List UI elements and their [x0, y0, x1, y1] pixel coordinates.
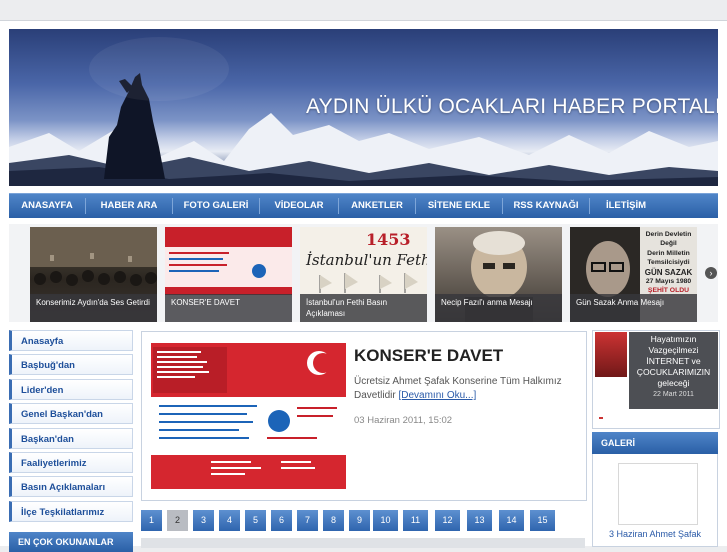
page-button[interactable]: 4 — [219, 510, 240, 531]
ad-line: geleceği — [657, 378, 690, 388]
gallery-thumbnail[interactable] — [618, 463, 698, 525]
sidebar-menu: Anasayfa Başbuğ'dan Lider'den Genel Başk… — [9, 330, 133, 525]
side-ad[interactable]: Hayatımızın Vazgeçilmezi İNTERNET ve ÇOC… — [592, 330, 720, 429]
carousel-slide[interactable]: Derin Devletin Değil Derin Milletin Tems… — [570, 227, 697, 322]
overlay-line: Derin Milletin — [647, 249, 690, 257]
sidebar-item-liderden[interactable]: Lider'den — [9, 378, 133, 400]
nav-sitene-ekle[interactable]: SİTENE EKLE — [416, 194, 502, 218]
overlay-line: 27 Mayıs 1980 — [645, 278, 692, 286]
ad-box: Hayatımızın Vazgeçilmezi İNTERNET ve ÇOC… — [629, 332, 718, 409]
nav-haber-ara[interactable]: HABER ARA — [86, 194, 172, 218]
page: AYDIN ÜLKÜ OCAKLARI HABER PORTALI ANASAY… — [0, 20, 727, 552]
sidebar-item-baskandan[interactable]: Başkan'dan — [9, 427, 133, 449]
ad-line: ÇOCUKLARIMIZIN — [636, 367, 711, 377]
carousel-slide[interactable]: Konserimiz Aydın'da Ses Getirdi — [30, 227, 157, 322]
carousel-slide[interactable]: KONSER'E DAVET — [165, 227, 292, 322]
overlay-line: GÜN SAZAK — [644, 267, 693, 277]
page-button[interactable]: 14 — [499, 510, 524, 531]
main-nav: ANASAYFA HABER ARA FOTO GALERİ VİDEOLAR … — [9, 193, 718, 218]
next-arrow-icon[interactable]: › — [705, 267, 717, 279]
ad-indicator — [599, 417, 603, 419]
sidebar-item-faaliyetlerimiz[interactable]: Faaliyetlerimiz — [9, 451, 133, 473]
sidebar-item-genel-baskandan[interactable]: Genel Başkan'dan — [9, 403, 133, 425]
page-button[interactable]: 6 — [271, 510, 292, 531]
overlay-line: Temsilcisiydi — [647, 259, 690, 267]
page-button[interactable]: 5 — [245, 510, 266, 531]
nav-rss-kaynagi[interactable]: RSS KAYNAĞI — [503, 194, 589, 218]
page-button[interactable]: 10 — [373, 510, 398, 531]
page-button[interactable]: 1 — [141, 510, 162, 531]
article-date: 03 Haziran 2011, 15:02 — [354, 415, 453, 426]
nav-iletisim[interactable]: İLETİŞİM — [590, 194, 662, 218]
ad-line: İNTERNET ve — [646, 356, 701, 366]
most-read-heading: EN ÇOK OKUNANLAR — [9, 532, 133, 552]
sidebar-item-basin-aciklamalari[interactable]: Basın Açıklamaları — [9, 476, 133, 498]
page-button[interactable]: 11 — [403, 510, 428, 531]
featured-article-image[interactable] — [151, 343, 346, 489]
page-button[interactable]: 9 — [349, 510, 370, 531]
sidebar-item-ilce-teskilatlarimiz[interactable]: İlçe Teşkilatlarımız — [9, 500, 133, 522]
read-more-link[interactable]: [Devamını Oku...] — [398, 390, 476, 401]
article-title[interactable]: KONSER'E DAVET — [354, 346, 503, 366]
article-description: Ücretsiz Ahmet Şafak Konserine Tüm Halkı… — [354, 375, 574, 403]
page-button[interactable]: 12 — [435, 510, 460, 531]
page-button[interactable]: 8 — [323, 510, 344, 531]
nav-foto-galeri[interactable]: FOTO GALERİ — [173, 194, 259, 218]
overlay-line: Derin Devletin — [645, 231, 692, 238]
site-title: AYDIN ÜLKÜ OCAKLARI HABER PORTALI — [306, 95, 718, 118]
page-button[interactable]: 2 — [167, 510, 188, 531]
slide-caption: Necip Fazıl'ı anma Mesajı — [435, 294, 562, 322]
overlay-line: Değil — [660, 240, 677, 248]
ad-line: Vazgeçilmezi — [648, 345, 699, 355]
sidebar-item-basbugdan[interactable]: Başbuğ'dan — [9, 354, 133, 376]
slide-caption: İstanbul'un Fethi Basın Açıklaması — [300, 294, 427, 322]
news-list-header — [141, 538, 585, 548]
gallery-heading: GALERİ — [592, 432, 718, 454]
nav-anasayfa[interactable]: ANASAYFA — [9, 194, 85, 218]
page-button[interactable]: 15 — [530, 510, 555, 531]
ad-date: 22 Mart 2011 — [653, 391, 694, 398]
page-button[interactable]: 7 — [297, 510, 318, 531]
concert-poster-image — [151, 343, 346, 489]
news-carousel: ‹ Konserimiz Aydın'da Ses Getirdi KONSER… — [9, 224, 718, 322]
header-banner: AYDIN ÜLKÜ OCAKLARI HABER PORTALI — [9, 29, 718, 186]
carousel-slide[interactable]: Necip Fazıl'ı anma Mesajı — [435, 227, 562, 322]
ad-photo — [595, 332, 627, 377]
sidebar-item-anasayfa[interactable]: Anasayfa — [9, 330, 133, 351]
slide5-overlay-text: Derin Devletin Değil Derin Milletin Tems… — [640, 230, 697, 296]
nav-anketler[interactable]: ANKETLER — [339, 194, 415, 218]
nav-videolar[interactable]: VİDEOLAR — [260, 194, 338, 218]
slide-caption: Gün Sazak Anma Mesajı — [570, 294, 697, 322]
slide-caption: KONSER'E DAVET — [165, 294, 292, 322]
carousel-slide[interactable]: 1453 İstanbul'un Fethi İstanbul'un Fethi… — [300, 227, 427, 322]
featured-article: KONSER'E DAVET Ücretsiz Ahmet Şafak Kons… — [141, 331, 587, 501]
gallery-caption[interactable]: 3 Haziran Ahmet Şafak — [593, 529, 717, 539]
ad-line: Hayatımızın — [650, 334, 697, 344]
gallery-box: 3 Haziran Ahmet Şafak — [592, 454, 718, 547]
page-button[interactable]: 3 — [193, 510, 214, 531]
slide-caption: Konserimiz Aydın'da Ses Getirdi — [30, 294, 157, 322]
page-button[interactable]: 13 — [467, 510, 492, 531]
